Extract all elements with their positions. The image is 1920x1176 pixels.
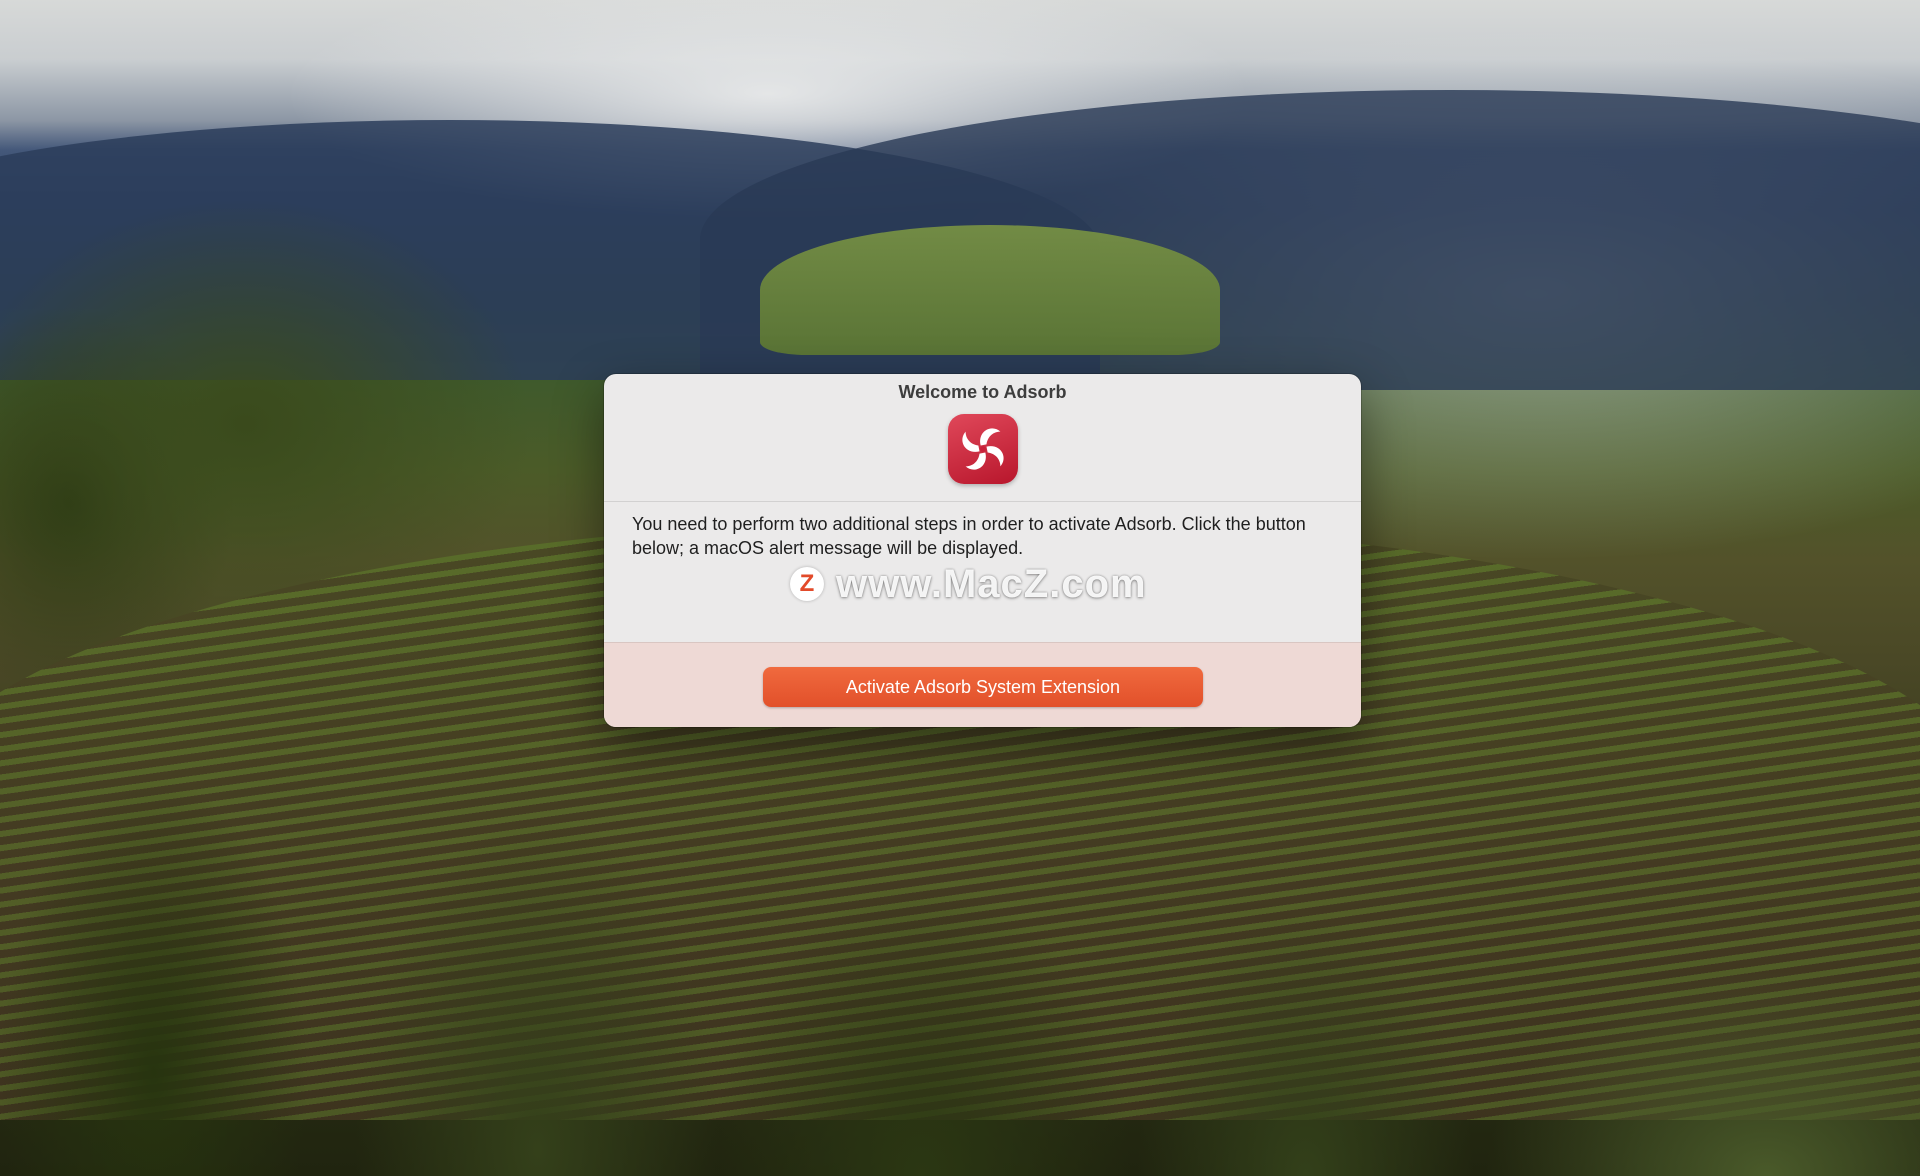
wallpaper-trees (0, 656, 1920, 1176)
watermark: Z www.MacZ.com (790, 561, 1147, 606)
dialog-message: You need to perform two additional steps… (632, 514, 1306, 558)
activate-extension-button[interactable]: Activate Adsorb System Extension (763, 667, 1203, 707)
watermark-text: www.MacZ.com (836, 561, 1147, 606)
adsorb-app-icon (948, 414, 1018, 484)
wallpaper-meadow (760, 225, 1220, 355)
watermark-logo: Z (790, 567, 824, 601)
pinwheel-icon (962, 428, 1004, 470)
welcome-dialog: Welcome to Adsorb You need to perform tw… (604, 374, 1361, 727)
header-divider (604, 501, 1361, 502)
dialog-title: Welcome to Adsorb (898, 382, 1067, 402)
dialog-footer: Activate Adsorb System Extension (604, 642, 1361, 727)
